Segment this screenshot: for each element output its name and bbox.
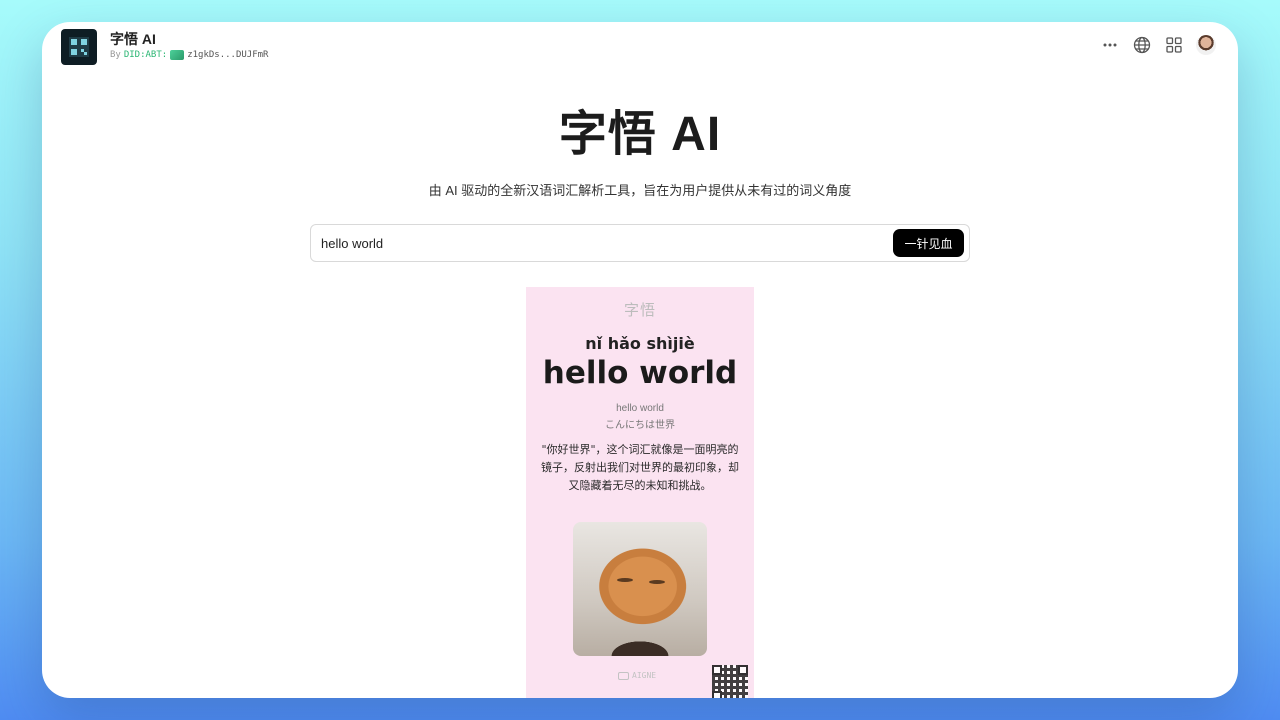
- author-prefix: By: [110, 50, 121, 60]
- app-author: By DID:ABT: z1gkDs...DUJFmR: [110, 50, 268, 60]
- qr-corner: [712, 665, 722, 675]
- language-button[interactable]: [1132, 35, 1152, 55]
- aigne-logo-icon: [618, 671, 629, 680]
- more-icon: [1103, 43, 1117, 47]
- cat-eye: [617, 578, 633, 582]
- app-window: 字悟 AI By DID:ABT: z1gkDs...DUJFmR 字悟 AI …: [42, 22, 1238, 698]
- card-brand: 字悟: [623, 302, 656, 319]
- did-badge-icon: [170, 50, 185, 60]
- qr-logo-icon: [69, 37, 89, 57]
- globe-icon: [1133, 36, 1151, 54]
- apps-grid-icon: [1166, 37, 1182, 53]
- more-button[interactable]: [1100, 35, 1120, 55]
- cat-photo: [573, 522, 707, 656]
- qr-corner: [738, 665, 748, 675]
- card-description: "你好世界"，这个词汇就像是一面明亮的镜子，反射出我们对世界的最初印象，却又隐藏…: [541, 443, 739, 492]
- submit-button[interactable]: 一针见血: [893, 229, 964, 257]
- app-logo[interactable]: [61, 29, 97, 65]
- card-word: hello world: [542, 355, 738, 391]
- apps-button[interactable]: [1164, 35, 1184, 55]
- qr-code-icon: [712, 665, 748, 698]
- page-title: 字悟 AI: [558, 108, 722, 161]
- card-pinyin: nǐ hǎo shìjiè: [585, 334, 695, 353]
- page-subtitle: 由 AI 驱动的全新汉语词汇解析工具，旨在为用户提供从未有过的词义角度: [428, 183, 852, 198]
- card-english: hello world: [616, 403, 664, 414]
- app-title: 字悟 AI: [110, 31, 156, 47]
- app-header: 字悟 AI By DID:ABT: z1gkDs...DUJFmR: [42, 22, 1238, 74]
- did-prefix[interactable]: DID:ABT:: [124, 50, 167, 60]
- qr-corner: [712, 691, 722, 698]
- cat-eye: [649, 580, 665, 584]
- card-japanese: こんにちは世界: [605, 420, 675, 431]
- header-actions: [1100, 35, 1216, 55]
- user-avatar[interactable]: [1196, 35, 1216, 55]
- card-footer-label: AIGNE: [632, 671, 657, 680]
- search-box: 一针见血: [310, 224, 970, 262]
- card-footer: AIGNE: [618, 671, 656, 680]
- did-address[interactable]: z1gkDs...DUJFmR: [187, 50, 268, 60]
- result-card: 字悟 nǐ hǎo shìjiè hello world hello world…: [526, 287, 754, 698]
- word-input[interactable]: [321, 225, 881, 261]
